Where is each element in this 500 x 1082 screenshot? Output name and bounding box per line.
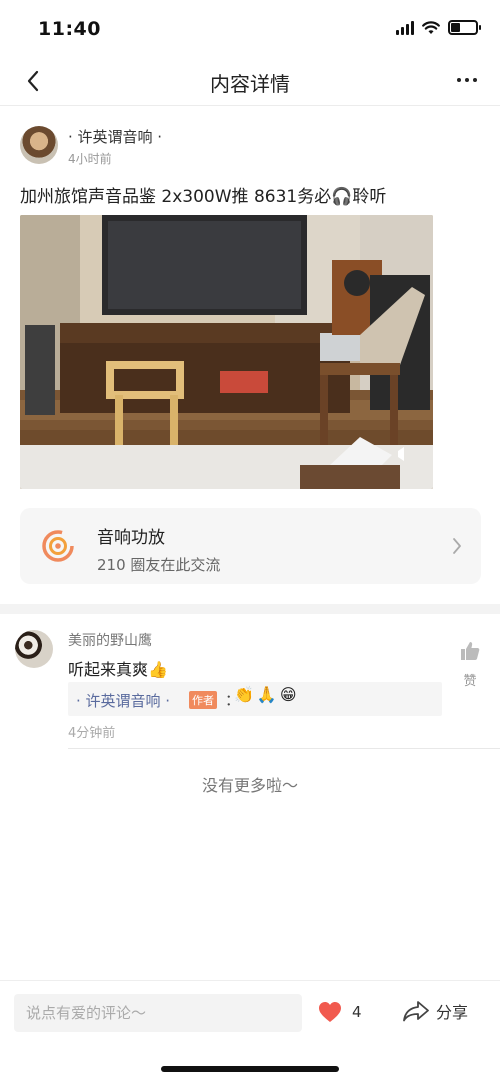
- author-avatar[interactable]: [20, 126, 58, 164]
- share-icon: [403, 1001, 429, 1022]
- bottom-bar: 4 分享: [0, 980, 500, 1046]
- grin-emoji: 😁: [279, 685, 297, 704]
- thumbs-up-icon: [461, 642, 480, 660]
- circle-logo-icon: [42, 530, 74, 562]
- signal-icon: [396, 20, 414, 35]
- comment-time: 4分钟前: [68, 726, 116, 741]
- circle-name: 音响功放: [97, 528, 165, 548]
- post-header: · 许英谓音响 · 4小时前: [20, 120, 480, 170]
- reply-emojis: 👏 🙏 😁: [234, 685, 297, 704]
- chevron-right-icon: [453, 538, 461, 554]
- status-time: 11:40: [38, 18, 101, 40]
- reply-author[interactable]: · 许英谓音响 ·: [76, 690, 170, 711]
- nav-bar: 内容详情: [0, 56, 500, 106]
- share-label: 分享: [436, 1003, 469, 1022]
- post-time: 4小时前: [68, 152, 112, 166]
- no-more-text: 没有更多啦～: [201, 776, 298, 795]
- comment-text: 听起来真爽👍: [68, 660, 168, 679]
- like-count: 4: [352, 1003, 362, 1021]
- status-bar: 11:40: [0, 0, 500, 56]
- comment-input[interactable]: [14, 994, 302, 1032]
- like-label: 赞: [463, 674, 477, 689]
- circle-card[interactable]: 音响功放 210 圈友在此交流: [20, 508, 481, 584]
- post-text: 加州旅馆声音品鉴 2x300W推 8631务必🎧聆听: [20, 187, 387, 207]
- heart-icon: [319, 1002, 341, 1022]
- comment-separator: [68, 748, 500, 749]
- page-title: 内容详情: [210, 72, 290, 96]
- more-dots-icon: [457, 78, 461, 82]
- video-scene: [20, 215, 433, 489]
- more-button[interactable]: [452, 68, 482, 92]
- commenter-name[interactable]: 美丽的野山鹰: [68, 630, 152, 650]
- circle-member-count: 210 圈友在此交流: [97, 556, 221, 574]
- video-thumbnail[interactable]: [20, 215, 433, 489]
- clap-emoji: 👏: [234, 685, 254, 704]
- comment-like-button[interactable]: 赞: [457, 640, 483, 689]
- section-divider: [0, 604, 500, 614]
- wifi-icon: [422, 20, 440, 34]
- commenter-avatar[interactable]: [15, 630, 53, 668]
- like-button[interactable]: 4: [318, 1001, 362, 1023]
- battery-icon: [448, 20, 481, 35]
- comment-item: 美丽的野山鹰 听起来真爽👍 赞 · 许英谓音响 · 作者 ： 👏 🙏 😁 4分钟…: [0, 626, 500, 746]
- pray-emoji: 🙏: [256, 685, 277, 704]
- author-badge: 作者: [189, 691, 217, 709]
- share-button[interactable]: 分享: [402, 999, 468, 1023]
- status-icons: [396, 20, 481, 35]
- reply-box[interactable]: · 许英谓音响 · 作者 ： 👏 🙏 😁: [68, 682, 442, 716]
- home-indicator: [161, 1066, 339, 1072]
- author-name[interactable]: · 许英谓音响 ·: [68, 126, 162, 147]
